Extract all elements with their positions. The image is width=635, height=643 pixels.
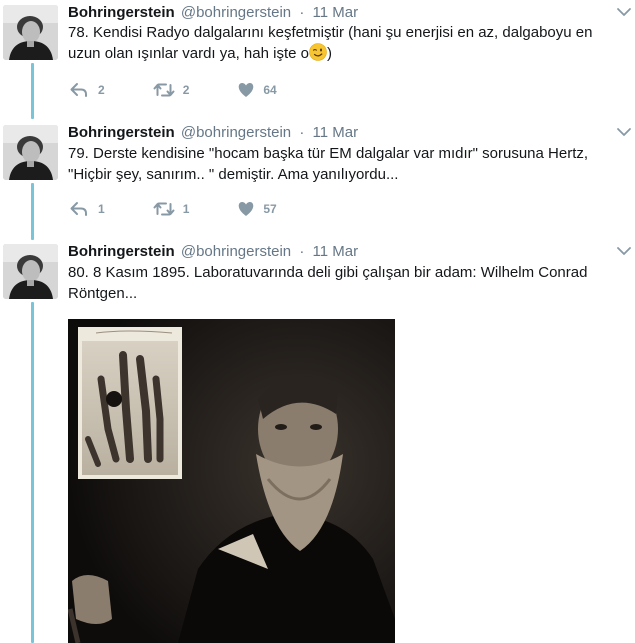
like-count: 57 — [263, 202, 277, 216]
chevron-down-icon[interactable] — [616, 124, 632, 140]
avatar[interactable] — [3, 244, 58, 299]
user-handle[interactable]: @bohringerstein — [181, 124, 291, 141]
reply-count: 2 — [98, 83, 105, 97]
retweet-icon — [153, 83, 175, 97]
winking-face-icon — [309, 43, 327, 67]
tweet[interactable]: Bohringerstein @bohringerstein · 11 Mar … — [0, 123, 635, 233]
like-button[interactable]: 57 — [237, 199, 277, 219]
retweet-button[interactable]: 1 — [153, 199, 190, 219]
avatar[interactable] — [3, 125, 58, 180]
chevron-down-icon[interactable] — [616, 4, 632, 20]
reply-button[interactable]: 2 — [70, 80, 105, 100]
tweet-text: 80. 8 Kasım 1895. Laboratuvarında deli g… — [68, 264, 588, 302]
tweet-header: Bohringerstein @bohringerstein · 11 Mar — [68, 242, 358, 262]
chevron-down-icon[interactable] — [616, 243, 632, 259]
tweet-text-tail: ) — [326, 45, 332, 62]
retweet-count: 2 — [182, 83, 190, 97]
tweet-actions: 2 2 64 — [70, 80, 325, 100]
like-count: 64 — [263, 83, 277, 97]
user-handle[interactable]: @bohringerstein — [181, 243, 291, 260]
reply-button[interactable]: 1 — [70, 199, 105, 219]
retweet-button[interactable]: 2 — [153, 80, 190, 100]
tweet[interactable]: Bohringerstein @bohringerstein · 11 Mar … — [0, 3, 635, 113]
timestamp[interactable]: 11 Mar — [313, 243, 359, 260]
separator-dot: · — [299, 124, 305, 141]
avatar[interactable] — [3, 5, 58, 60]
tweet-photo[interactable] — [68, 319, 395, 643]
heart-icon — [239, 202, 254, 216]
display-name[interactable]: Bohringerstein — [68, 124, 175, 141]
retweet-count: 1 — [182, 202, 190, 216]
reply-icon — [70, 83, 87, 97]
reply-count: 1 — [98, 202, 105, 216]
photo-image — [68, 319, 395, 643]
separator-dot: · — [299, 243, 305, 260]
timestamp[interactable]: 11 Mar — [313, 124, 359, 141]
tweet-text: 79. Derste kendisine "hocam başka tür EM… — [68, 145, 589, 183]
timestamp[interactable]: 11 Mar — [313, 4, 359, 21]
tweet-header: Bohringerstein @bohringerstein · 11 Mar — [68, 123, 358, 143]
tweet-header: Bohringerstein @bohringerstein · 11 Mar — [68, 3, 358, 23]
like-button[interactable]: 64 — [237, 80, 277, 100]
display-name[interactable]: Bohringerstein — [68, 4, 175, 21]
retweet-icon — [153, 202, 175, 216]
display-name[interactable]: Bohringerstein — [68, 243, 175, 260]
user-handle[interactable]: @bohringerstein — [181, 4, 291, 21]
reply-icon — [70, 202, 87, 216]
separator-dot: · — [299, 4, 305, 21]
heart-icon — [239, 83, 254, 97]
tweet-text: 78. Kendisi Radyo dalgalarını keşfetmişt… — [68, 22, 623, 67]
tweet-actions: 1 1 57 — [70, 199, 325, 219]
